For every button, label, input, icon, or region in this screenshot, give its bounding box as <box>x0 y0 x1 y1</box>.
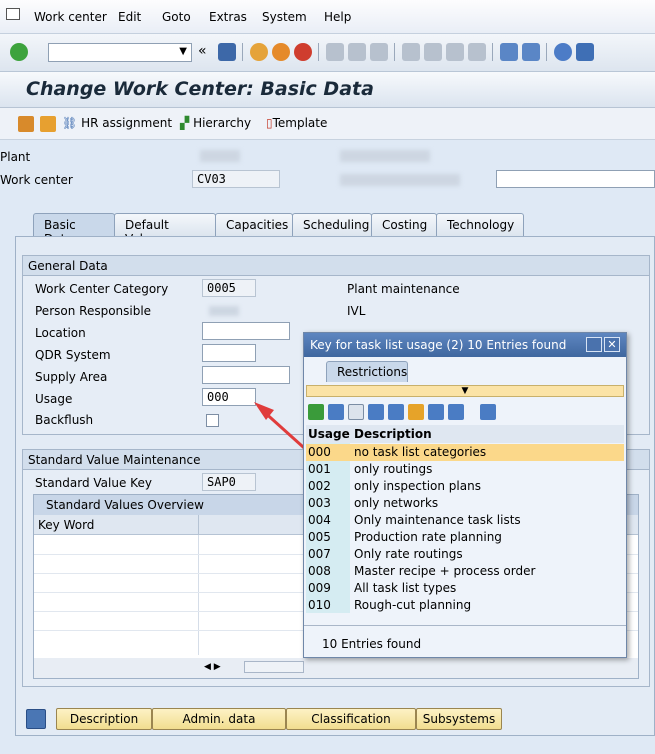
tab-restrictions[interactable]: Restrictions <box>326 361 408 382</box>
list-item[interactable]: 001 only routings <box>306 461 624 478</box>
cancel-icon[interactable] <box>328 404 344 420</box>
print-icon[interactable] <box>448 404 464 420</box>
col-usage: Usage <box>308 427 350 441</box>
find-next-icon[interactable] <box>388 404 404 420</box>
settings-icon[interactable] <box>428 404 444 420</box>
divider <box>304 625 626 626</box>
list-item[interactable]: 007 Only rate routings <box>306 546 624 563</box>
export-icon[interactable] <box>480 404 496 420</box>
new-icon[interactable] <box>348 404 364 420</box>
row-code: 002 <box>308 479 331 493</box>
row-desc: no task list categories <box>354 445 487 459</box>
row-code: 008 <box>308 564 331 578</box>
value-help-popup: Key for task list usage (2) 10 Entries f… <box>303 332 627 658</box>
row-desc: Master recipe + process order <box>354 564 536 578</box>
list-item[interactable]: 002 only inspection plans <box>306 478 624 495</box>
row-code: 005 <box>308 530 331 544</box>
list-item[interactable]: 008 Master recipe + process order <box>306 563 624 580</box>
popup-header-row: Usage Description <box>306 425 624 443</box>
popup-title-bar: Key for task list usage (2) 10 Entries f… <box>304 333 626 357</box>
list-item[interactable]: 000 no task list categories <box>306 444 624 461</box>
list-item[interactable]: 005 Production rate planning <box>306 529 624 546</box>
row-code: 004 <box>308 513 331 527</box>
popup-footer-text: 10 Entries found <box>322 637 422 651</box>
row-desc: only networks <box>354 496 439 510</box>
confirm-icon[interactable] <box>308 404 324 420</box>
minimize-icon[interactable] <box>586 337 602 352</box>
row-desc: Production rate planning <box>354 530 502 544</box>
row-code: 010 <box>308 598 331 612</box>
row-desc: Only rate routings <box>354 547 463 561</box>
col-description: Description <box>354 427 432 441</box>
filter-icon[interactable] <box>408 404 424 420</box>
row-code: 003 <box>308 496 331 510</box>
row-code: 009 <box>308 581 331 595</box>
list-item[interactable]: 010 Rough-cut planning <box>306 597 624 614</box>
row-desc: only inspection plans <box>354 479 481 493</box>
row-desc: Rough-cut planning <box>354 598 472 612</box>
row-desc: only routings <box>354 462 433 476</box>
row-desc: Only maintenance task lists <box>354 513 521 527</box>
list-item[interactable]: 004 Only maintenance task lists <box>306 512 624 529</box>
restrictions-expand-bar[interactable]: ▼ <box>306 385 624 397</box>
popup-title: Key for task list usage (2) 10 Entries f… <box>310 338 567 352</box>
list-item[interactable]: 009 All task list types <box>306 580 624 597</box>
row-desc: All task list types <box>354 581 457 595</box>
row-code: 001 <box>308 462 331 476</box>
close-icon[interactable]: ✕ <box>604 337 620 352</box>
popup-toolbar <box>306 401 624 423</box>
find-icon[interactable] <box>368 404 384 420</box>
list-item[interactable]: 003 only networks <box>306 495 624 512</box>
row-code: 007 <box>308 547 331 561</box>
row-code: 000 <box>308 445 331 459</box>
